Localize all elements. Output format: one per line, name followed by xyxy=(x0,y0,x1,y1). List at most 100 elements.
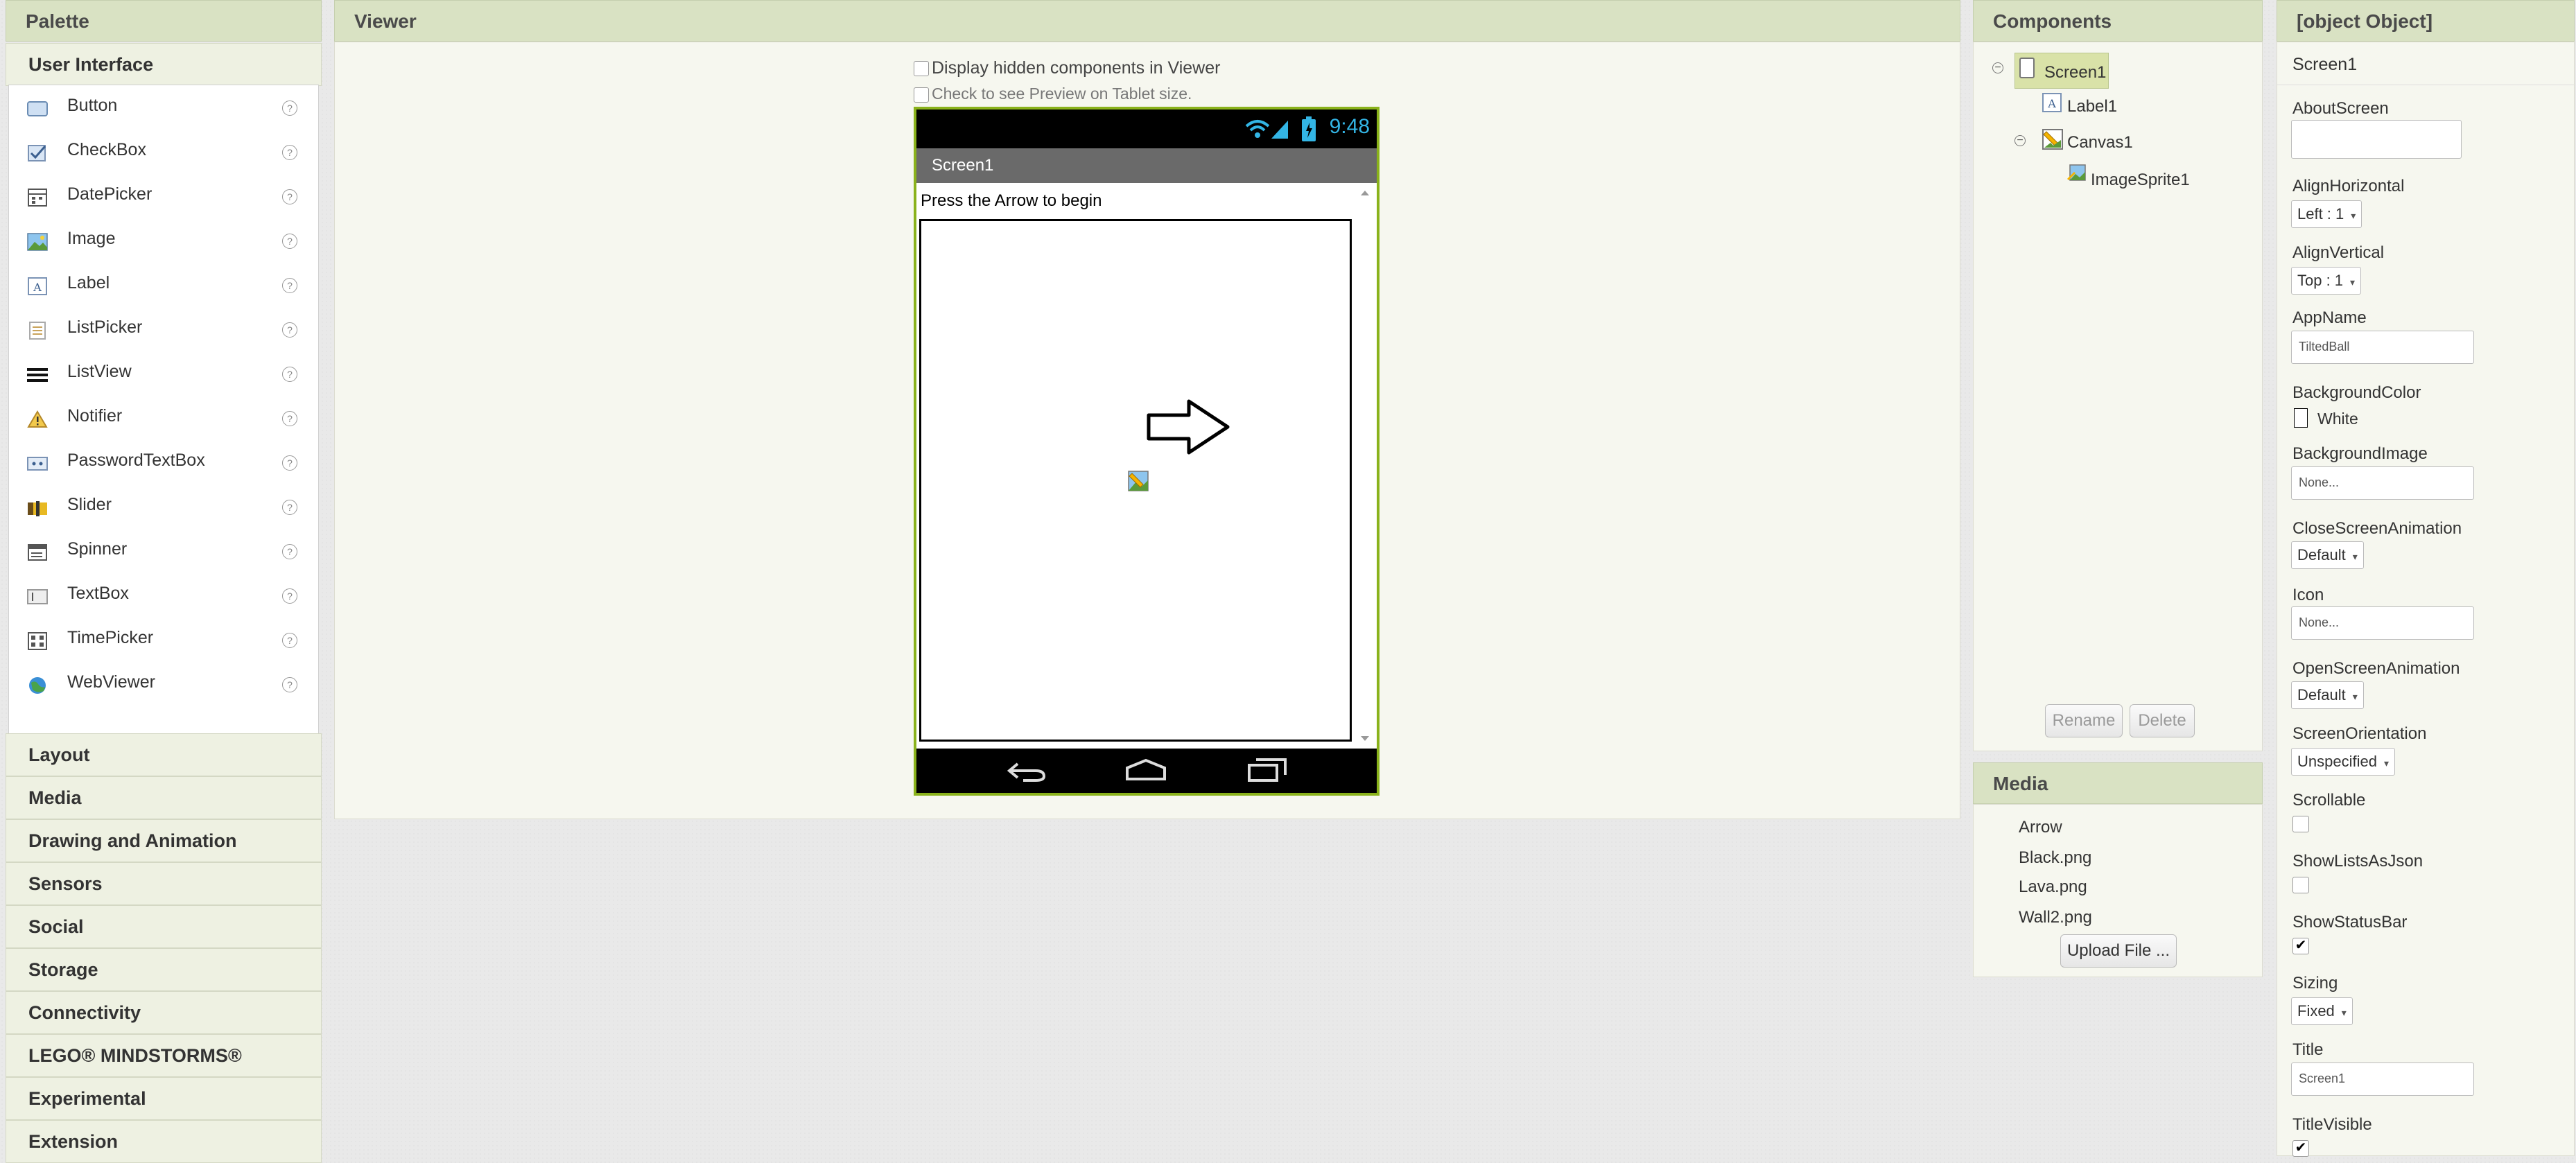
help-icon[interactable]: ? xyxy=(282,500,297,515)
palette-item-button[interactable]: Button ? xyxy=(9,85,318,130)
palette-item-datepicker[interactable]: DatePicker ? xyxy=(9,174,318,218)
sizing-select[interactable]: Fixed ▾ xyxy=(2291,997,2353,1025)
passwordtextbox-icon xyxy=(27,457,48,471)
help-icon[interactable]: ? xyxy=(282,100,297,116)
scroll-up-icon[interactable] xyxy=(1359,189,1371,197)
palette-item-label: Button xyxy=(67,96,118,115)
palette-item-label: PasswordTextBox xyxy=(67,451,205,470)
tree-item-screen1[interactable]: Screen1 xyxy=(2014,53,2109,89)
palette-item-list: Button ? CheckBox ? DatePicker ? Image ?… xyxy=(8,85,319,735)
help-icon[interactable]: ? xyxy=(282,455,297,471)
palette-item-listview[interactable]: ListView ? xyxy=(9,351,318,396)
icon-picker[interactable]: None... xyxy=(2291,606,2474,640)
imagesprite-icon[interactable] xyxy=(1128,471,1149,491)
home-icon[interactable] xyxy=(1124,758,1167,782)
palette-item-checkbox[interactable]: CheckBox ? xyxy=(9,130,318,174)
sizing-label: Sizing xyxy=(2292,974,2338,993)
upload-file-button[interactable]: Upload File ... xyxy=(2060,934,2177,968)
background-color-label: BackgroundColor xyxy=(2292,383,2421,402)
phone-screen[interactable]: Press the Arrow to begin xyxy=(916,183,1377,749)
align-horizontal-select[interactable]: Left : 1 ▾ xyxy=(2291,200,2362,228)
webviewer-icon xyxy=(29,677,46,694)
delete-button[interactable]: Delete xyxy=(2130,704,2195,737)
help-icon[interactable]: ? xyxy=(282,588,297,604)
title-input[interactable]: Screen1 xyxy=(2291,1063,2474,1096)
palette-item-label: TimePicker xyxy=(67,628,154,647)
help-icon[interactable]: ? xyxy=(282,234,297,249)
checkbox-icon xyxy=(28,145,46,161)
help-icon[interactable]: ? xyxy=(282,411,297,426)
palette-category-extension[interactable]: Extension xyxy=(6,1120,322,1163)
media-item[interactable]: Black.png xyxy=(2019,848,2091,868)
help-icon[interactable]: ? xyxy=(282,322,297,338)
scroll-down-icon[interactable] xyxy=(1359,735,1371,743)
app-name-input[interactable]: TiltedBall xyxy=(2291,331,2474,364)
help-icon[interactable]: ? xyxy=(282,633,297,648)
tablet-preview-label: Check to see Preview on Tablet size. xyxy=(932,85,1192,103)
help-icon[interactable]: ? xyxy=(282,544,297,559)
dropdown-caret-icon: ▾ xyxy=(2351,210,2356,221)
svg-text:A: A xyxy=(33,281,42,294)
media-item[interactable]: Wall2.png xyxy=(2019,908,2092,927)
collapse-screen1-icon[interactable]: − xyxy=(1992,62,2003,73)
palette-category-layout[interactable]: Layout xyxy=(6,733,322,776)
tree-label-screen1: Screen1 xyxy=(2044,63,2107,82)
palette-item-textbox[interactable]: TextBox ? xyxy=(9,573,318,618)
palette-category-connectivity[interactable]: Connectivity xyxy=(6,991,322,1034)
palette-category-media[interactable]: Media xyxy=(6,776,322,819)
show-lists-as-json-checkbox[interactable] xyxy=(2292,877,2309,893)
palette-category-experimental[interactable]: Experimental xyxy=(6,1077,322,1120)
display-hidden-checkbox[interactable] xyxy=(914,61,929,77)
palette-item-label[interactable]: A Label ? xyxy=(9,263,318,307)
screen-title: Screen1 xyxy=(932,156,994,175)
media-item[interactable]: Lava.png xyxy=(2019,877,2087,897)
help-icon[interactable]: ? xyxy=(282,145,297,160)
palette-category-sensors[interactable]: Sensors xyxy=(6,862,322,905)
palette-item-spinner[interactable]: Spinner ? xyxy=(9,529,318,573)
background-color-value[interactable]: White xyxy=(2317,410,2358,428)
show-lists-as-json-label: ShowListsAsJson xyxy=(2292,852,2423,871)
help-icon[interactable]: ? xyxy=(282,367,297,382)
scrollable-checkbox[interactable] xyxy=(2292,816,2309,832)
palette-category-storage[interactable]: Storage xyxy=(6,948,322,991)
palette-item-listpicker[interactable]: ListPicker ? xyxy=(9,307,318,351)
close-screen-animation-select[interactable]: Default ▾ xyxy=(2291,541,2364,569)
palette-item-slider[interactable]: Slider ? xyxy=(9,484,318,529)
display-hidden-label: Display hidden components in Viewer xyxy=(932,58,1221,78)
about-screen-textarea[interactable] xyxy=(2291,120,2462,159)
background-color-swatch[interactable] xyxy=(2294,408,2308,428)
palette-category-drawing-and-animation[interactable]: Drawing and Animation xyxy=(6,819,322,862)
show-status-bar-checkbox[interactable]: ✔ xyxy=(2292,938,2309,954)
screen-orientation-select[interactable]: Unspecified ▾ xyxy=(2291,748,2395,776)
back-icon[interactable] xyxy=(1007,760,1047,782)
checkmark-icon: ✔ xyxy=(2295,1140,2307,1155)
palette-item-timepicker[interactable]: TimePicker ? xyxy=(9,618,318,662)
recent-apps-icon[interactable] xyxy=(1246,757,1288,783)
help-icon[interactable]: ? xyxy=(282,677,297,692)
title-visible-checkbox[interactable]: ✔ xyxy=(2292,1140,2309,1157)
palette-item-image[interactable]: Image ? xyxy=(9,218,318,263)
palette-item-passwordtextbox[interactable]: PasswordTextBox ? xyxy=(9,440,318,484)
palette-category-user-interface[interactable]: User Interface xyxy=(6,43,322,86)
rename-button[interactable]: Rename xyxy=(2045,704,2123,737)
collapse-canvas1-icon[interactable]: − xyxy=(2014,135,2026,146)
align-horizontal-label: AlignHorizontal xyxy=(2292,177,2405,195)
align-vertical-select[interactable]: Top : 1 ▾ xyxy=(2291,267,2362,295)
canvas1-preview[interactable] xyxy=(919,219,1352,742)
palette-item-notifier[interactable]: Notifier ? xyxy=(9,396,318,440)
screen-icon xyxy=(2019,58,2035,78)
palette-item-label: Image xyxy=(67,229,116,248)
phone-scrollbar[interactable] xyxy=(1355,183,1375,749)
palette-category-lego-mindstorms[interactable]: LEGO® MINDSTORMS® xyxy=(6,1034,322,1077)
tablet-preview-checkbox[interactable] xyxy=(914,87,929,103)
palette-item-webviewer[interactable]: WebViewer ? xyxy=(9,662,318,706)
palette-category-social[interactable]: Social xyxy=(6,905,322,948)
help-icon[interactable]: ? xyxy=(282,278,297,293)
arrow-sprite-icon[interactable] xyxy=(1146,399,1230,455)
media-item[interactable]: Arrow xyxy=(2019,818,2062,837)
help-icon[interactable]: ? xyxy=(282,189,297,204)
background-image-picker[interactable]: None... xyxy=(2291,466,2474,500)
open-screen-animation-select[interactable]: Default ▾ xyxy=(2291,681,2364,709)
dropdown-caret-icon: ▾ xyxy=(2383,758,2389,769)
label1-preview[interactable]: Press the Arrow to begin xyxy=(921,191,1102,211)
